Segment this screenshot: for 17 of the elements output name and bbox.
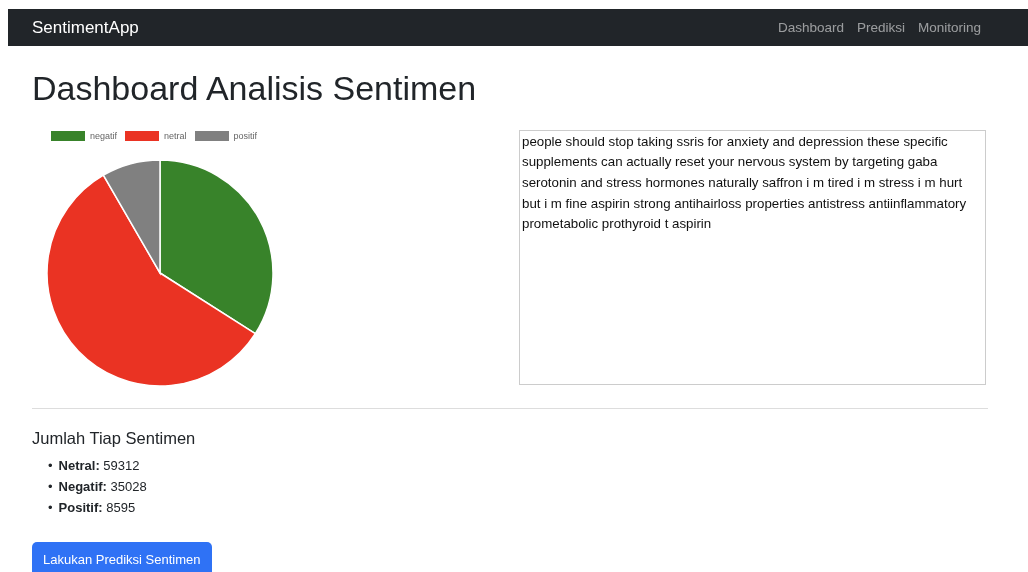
count-item: Netral: 59312	[58, 456, 140, 475]
predict-button[interactable]: Lakukan Prediksi Sentimen	[32, 541, 212, 572]
page-title: Dashboard Analisis Sentimen	[32, 68, 478, 109]
legend-label: netral	[164, 130, 187, 141]
nav-link[interactable]: Prediksi	[856, 20, 905, 35]
bullet: •	[48, 456, 53, 475]
legend-label: positif	[233, 130, 258, 141]
brand-name[interactable]: SentimentApp	[32, 17, 139, 38]
count-item: Negatif: 35028	[58, 477, 147, 496]
bullet: •	[48, 477, 53, 496]
bullet: •	[48, 498, 53, 517]
nav-link[interactable]: Dashboard	[777, 20, 844, 35]
legend-label: negatif	[90, 130, 118, 141]
text-field[interactable]: people should stop taking ssris for anxiety and depression these specific supplements can actually reset your nervous system by targeting gaba serotonin and stress hormones naturally saffron i m tired i m stress i m hurt but i m fine aspirin strong antihairloss properties antistress antiinflammatory prometabolic prothyroid t aspirin	[519, 129, 986, 385]
nav-link[interactable]: Monitoring	[917, 20, 981, 35]
count-item: Positif: 8595	[58, 498, 136, 517]
section-heading: Jumlah Tiap Sentimen	[32, 428, 197, 448]
